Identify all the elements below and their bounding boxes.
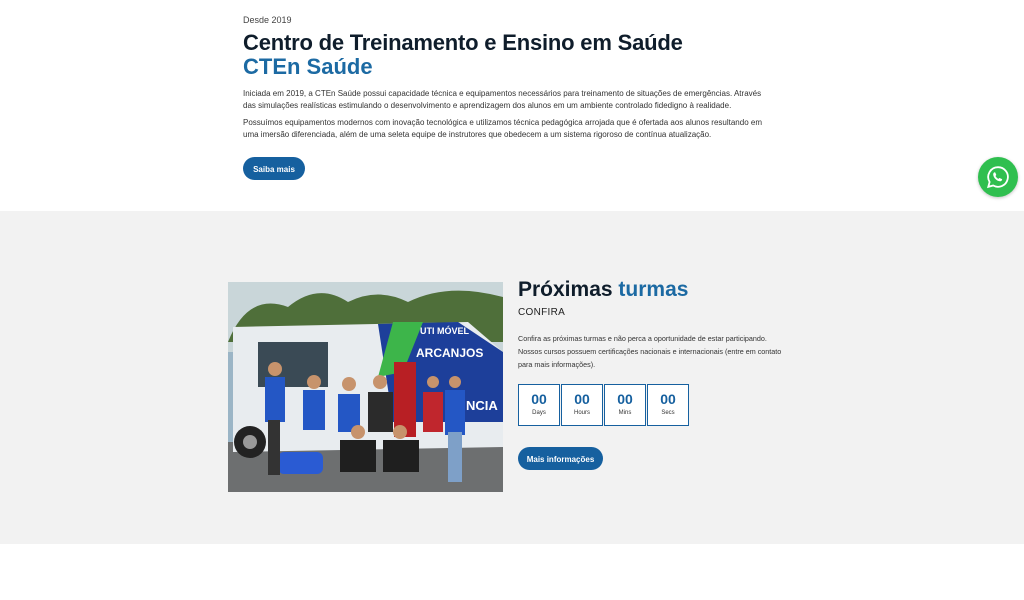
since-label: Desde 2019 xyxy=(243,15,292,25)
turmas-title-part2: turmas xyxy=(618,278,689,301)
countdown-mins-label: Mins xyxy=(618,410,632,416)
countdown-days-label: Days xyxy=(532,410,546,416)
about-subtitle: CTEn Saúde xyxy=(243,54,373,79)
page-bottom xyxy=(0,544,1024,600)
about-paragraph-1: Iniciada em 2019, a CTEn Saúde possui ca… xyxy=(243,89,762,110)
countdown-hours-label: Hours xyxy=(573,410,590,416)
countdown-days: 00 Days xyxy=(518,384,560,426)
whatsapp-button[interactable] xyxy=(978,157,1018,197)
countdown-hours: 00 Hours xyxy=(561,384,603,426)
saiba-mais-button[interactable]: Saiba mais xyxy=(243,157,305,180)
countdown-secs-value: 00 xyxy=(660,391,676,407)
turmas-title: Próximas turmas xyxy=(518,278,688,302)
countdown-days-value: 00 xyxy=(531,391,547,407)
countdown-secs-label: Secs xyxy=(661,410,675,416)
ambulance-sign-top: UTI MÓVEL xyxy=(420,325,470,336)
about-paragraph-2: Possuímos equipamentos modernos com inov… xyxy=(243,118,762,139)
whatsapp-icon xyxy=(987,166,1009,189)
confira-kicker: CONFIRA xyxy=(518,307,566,318)
turmas-description: Confira as próximas turmas e não perca a… xyxy=(518,334,782,369)
countdown-hours-value: 00 xyxy=(574,391,590,407)
countdown-secs: 00 Secs xyxy=(647,384,689,426)
about-section: Desde 2019 Centro de Treinamento e Ensin… xyxy=(0,0,1024,211)
team-photo: UTI MÓVEL ARCANJOS NCIA xyxy=(228,282,503,492)
ambulance-sign-mid: ARCANJOS xyxy=(416,346,483,360)
about-title: Centro de Treinamento e Ensino em Saúde xyxy=(243,30,683,55)
turmas-section: UTI MÓVEL ARCANJOS NCIA Próximas turmas … xyxy=(0,211,1024,544)
countdown-mins-value: 00 xyxy=(617,391,633,407)
turmas-title-part1: Próximas xyxy=(518,278,613,301)
ambulance-sign-side: NCIA xyxy=(466,398,498,413)
mais-informacoes-button[interactable]: Mais informações xyxy=(518,447,603,470)
countdown-mins: 00 Mins xyxy=(604,384,646,426)
